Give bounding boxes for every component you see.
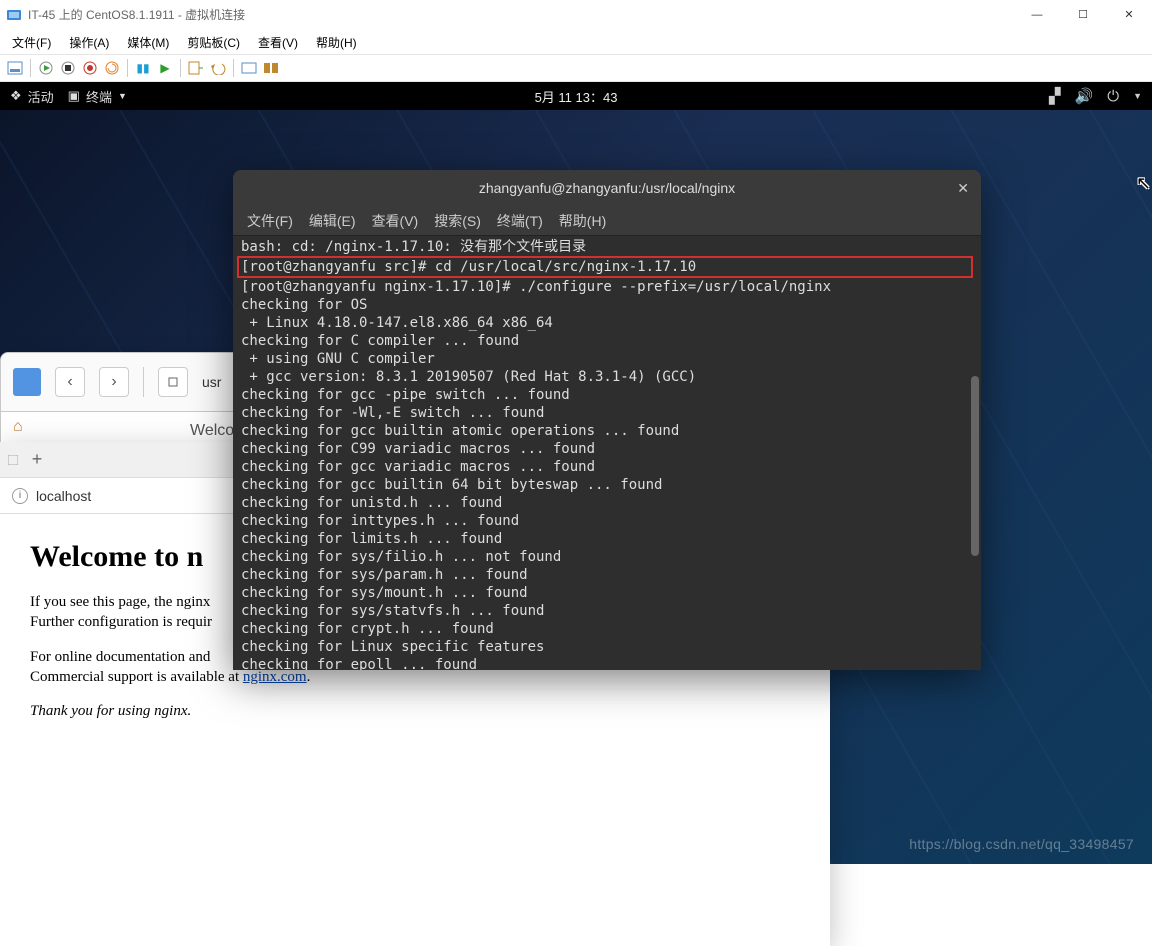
host-menubar: 文件(F) 操作(A) 媒体(M) 剪贴板(C) 查看(V) 帮助(H) <box>0 30 1152 54</box>
term-menu-help[interactable]: 帮助(H) <box>559 211 606 231</box>
terminal-window[interactable]: zhangyanfu@zhangyanfu:/usr/local/nginx ✕… <box>233 170 981 670</box>
term-line: bash: cd: /nginx-1.17.10: 没有那个文件或目录 <box>241 239 586 255</box>
window-controls: — ☐ ✕ <box>1014 0 1152 30</box>
volume-icon[interactable]: 🔊 <box>1075 87 1094 105</box>
minimize-button[interactable]: — <box>1014 0 1060 30</box>
current-app[interactable]: ▣ 终端 ▼ <box>68 87 127 106</box>
close-button[interactable]: ✕ <box>1106 0 1152 30</box>
vm-icon <box>6 7 22 23</box>
share-icon[interactable] <box>262 59 280 77</box>
menu-file[interactable]: 文件(F) <box>12 34 51 51</box>
watermark: https://blog.csdn.net/qq_33498457 <box>909 836 1134 852</box>
maximize-button[interactable]: ☐ <box>1060 0 1106 30</box>
menu-action[interactable]: 操作(A) <box>69 34 109 51</box>
term-menu-search[interactable]: 搜索(S) <box>434 211 481 231</box>
term-menu-view[interactable]: 查看(V) <box>372 211 419 231</box>
clock[interactable]: 5月 11 13：43 <box>535 87 618 106</box>
host-toolbar: ▮▮ ▶ <box>0 54 1152 82</box>
vm-display[interactable]: ❖ 活动 ▣ 终端 ▼ 5月 11 13：43 ▞ 🔊 ⏻ ▼ ‹ › usr … <box>0 82 1152 864</box>
system-tray[interactable]: ▞ 🔊 ⏻ ▼ <box>1049 87 1142 105</box>
host-titlebar: IT-45 上的 CentOS8.1.1911 - 虚拟机连接 — ☐ ✕ <box>0 0 1152 30</box>
terminal-indicator-icon: ▣ <box>68 88 80 104</box>
term-body-text: [root@zhangyanfu nginx-1.17.10]# ./confi… <box>241 279 831 670</box>
path-segment[interactable]: usr <box>202 374 221 390</box>
start-icon[interactable] <box>37 59 55 77</box>
menu-media[interactable]: 媒体(M) <box>127 34 169 51</box>
terminal-titlebar[interactable]: zhangyanfu@zhangyanfu:/usr/local/nginx ✕ <box>233 170 981 206</box>
reset-icon[interactable] <box>103 59 121 77</box>
url-text: localhost <box>36 488 91 504</box>
terminal-title: zhangyanfu@zhangyanfu:/usr/local/nginx <box>479 180 735 196</box>
page-p3: Thank you for using nginx. <box>30 701 800 721</box>
activities-button[interactable]: ❖ 活动 <box>10 87 54 106</box>
menu-view[interactable]: 查看(V) <box>258 34 298 51</box>
stop-icon[interactable] <box>59 59 77 77</box>
mouse-cursor-icon: ↖ <box>1136 173 1151 194</box>
host-title: IT-45 上的 CentOS8.1.1911 - 虚拟机连接 <box>28 6 245 23</box>
terminal-output[interactable]: bash: cd: /nginx-1.17.10: 没有那个文件或目录 [roo… <box>233 236 981 670</box>
current-app-label: 终端 <box>86 87 112 106</box>
power-icon[interactable]: ⏻ <box>1107 88 1119 105</box>
path-root-button[interactable] <box>158 367 188 397</box>
term-menu-edit[interactable]: 编辑(E) <box>309 211 356 231</box>
term-menu-file[interactable]: 文件(F) <box>247 211 293 231</box>
chevron-down-icon: ▼ <box>1133 91 1142 101</box>
menu-clipboard[interactable]: 剪贴板(C) <box>187 34 240 51</box>
chevron-down-icon: ▼ <box>118 91 127 101</box>
highlighted-command: [root@zhangyanfu src]# cd /usr/local/src… <box>237 256 973 278</box>
ctrl-alt-del-icon[interactable] <box>6 59 24 77</box>
menu-help[interactable]: 帮助(H) <box>316 34 357 51</box>
close-icon[interactable]: ✕ <box>957 180 969 197</box>
pause-icon[interactable]: ▮▮ <box>134 59 152 77</box>
term-menu-terminal[interactable]: 终端(T) <box>497 211 543 231</box>
files-app-icon <box>13 368 41 396</box>
home-icon[interactable]: ⌂ <box>13 418 23 436</box>
tab-blank[interactable] <box>4 446 22 474</box>
enhanced-session-icon[interactable] <box>240 59 258 77</box>
nginx-link[interactable]: nginx.com <box>243 669 307 685</box>
checkpoint-icon[interactable] <box>187 59 205 77</box>
scrollbar-thumb[interactable] <box>971 376 979 556</box>
terminal-menubar: 文件(F) 编辑(E) 查看(V) 搜索(S) 终端(T) 帮助(H) <box>233 206 981 236</box>
gnome-topbar: ❖ 活动 ▣ 终端 ▼ 5月 11 13：43 ▞ 🔊 ⏻ ▼ <box>0 82 1152 110</box>
activities-icon: ❖ <box>10 88 22 104</box>
activities-label: 活动 <box>28 87 54 106</box>
network-icon[interactable]: ▞ <box>1049 87 1061 105</box>
nav-forward-button[interactable]: › <box>99 367 129 397</box>
revert-icon[interactable] <box>209 59 227 77</box>
nav-back-button[interactable]: ‹ <box>55 367 85 397</box>
site-info-icon[interactable]: i <box>12 488 28 504</box>
new-tab-button[interactable]: + <box>22 446 52 474</box>
shutdown-icon[interactable] <box>81 59 99 77</box>
resume-icon[interactable]: ▶ <box>156 59 174 77</box>
